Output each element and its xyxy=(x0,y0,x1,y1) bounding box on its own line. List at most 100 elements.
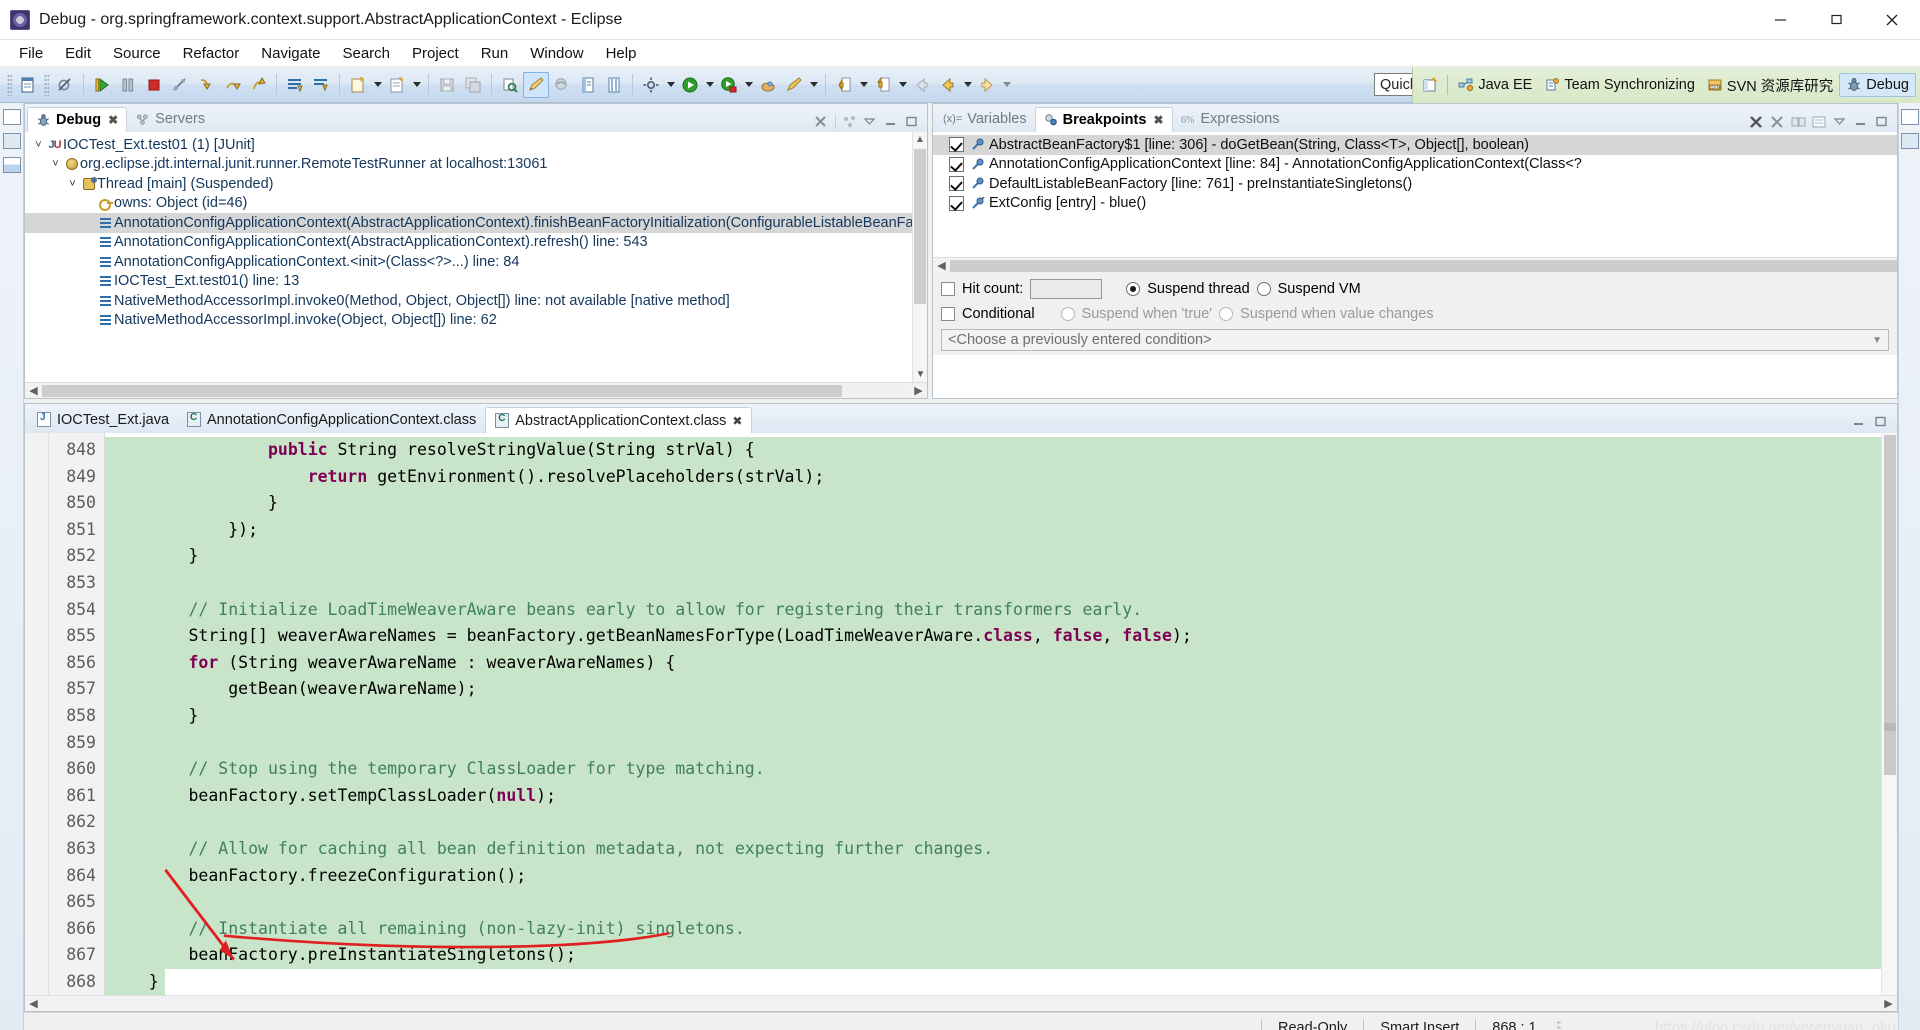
debug-tree-row[interactable]: NativeMethodAccessorImpl.invoke(Object, … xyxy=(25,311,927,331)
editor-maximize-icon[interactable] xyxy=(1874,415,1889,429)
debug-hscroll-right-icon[interactable]: ▶ xyxy=(910,384,927,397)
tab-variables[interactable]: (x)= Variables xyxy=(935,106,1035,132)
remove-all-terminated-icon[interactable] xyxy=(814,115,829,129)
forward-icon[interactable] xyxy=(974,72,1000,98)
next-annotation-dropdown-icon[interactable] xyxy=(807,72,820,98)
code-line[interactable]: } xyxy=(105,543,1897,570)
editor-hscroll-left-icon[interactable]: ◀ xyxy=(25,997,42,1010)
menu-run[interactable]: Run xyxy=(470,42,520,65)
restore-view-icon[interactable] xyxy=(2,109,21,125)
code-line[interactable] xyxy=(105,889,1897,916)
breakpoint-row[interactable]: ExtConfig [entry] - blue() xyxy=(933,194,1897,214)
open-type-icon[interactable] xyxy=(575,72,601,98)
conditional-checkbox[interactable] xyxy=(941,307,955,321)
editor-marker-column[interactable] xyxy=(25,433,49,996)
run-dropdown-icon[interactable] xyxy=(703,72,716,98)
new-wizard-icon[interactable] xyxy=(15,72,41,98)
code-editor[interactable]: 848 849 850 851 852 853 854 855 856 857 858 859 860 8… xyxy=(25,433,1897,996)
package-explorer-shortcut-icon[interactable] xyxy=(2,133,21,149)
breakpoint-row[interactable]: DefaultListableBeanFactory [line: 761] -… xyxy=(933,174,1897,194)
menu-window[interactable]: Window xyxy=(519,42,594,65)
right-outline-shortcut-icon[interactable] xyxy=(1900,133,1919,149)
editor-tab[interactable]: IOCTest_Ext.java xyxy=(28,406,178,433)
breakpoints-maximize-icon[interactable] xyxy=(1875,115,1890,129)
code-line[interactable]: }); xyxy=(105,516,1897,544)
code-line[interactable]: beanFactory.preInstantiateSingletons(); xyxy=(105,942,1897,969)
step-over-icon[interactable] xyxy=(219,72,245,98)
maximize-view-icon[interactable] xyxy=(905,115,920,129)
skip-breakpoints-icon[interactable] xyxy=(52,72,78,98)
search-icon[interactable] xyxy=(497,72,523,98)
view-menu-icon[interactable] xyxy=(863,115,878,129)
code-line[interactable]: public String resolveStringValue(String … xyxy=(105,437,1897,464)
breakpoint-row[interactable]: AbstractBeanFactory$1 [line: 306] - doGe… xyxy=(933,135,1897,155)
code-scroll-region[interactable]: public String resolveStringValue(String … xyxy=(105,433,1897,996)
code-line[interactable]: getBean(weaverAwareName); xyxy=(105,676,1897,703)
drop-to-frame-icon[interactable] xyxy=(282,72,308,98)
coverage-icon[interactable] xyxy=(716,72,742,98)
external-tools-icon[interactable] xyxy=(638,72,664,98)
code-line[interactable]: beanFactory.freezeConfiguration(); xyxy=(105,862,1897,890)
breakpoints-hscroll-track[interactable] xyxy=(950,259,1897,272)
maximize-button[interactable] xyxy=(1808,0,1864,39)
editor-vscrollbar[interactable] xyxy=(1881,433,1897,996)
menu-edit[interactable]: Edit xyxy=(54,42,102,65)
coverage-dropdown-icon[interactable] xyxy=(742,72,755,98)
code-line[interactable]: String[] weaverAwareNames = beanFactory.… xyxy=(105,623,1897,650)
outline-shortcut-icon[interactable] xyxy=(2,157,21,173)
back-dropdown-icon[interactable] xyxy=(961,72,974,98)
remove-breakpoint-icon[interactable] xyxy=(1749,115,1764,129)
debug-tree-scroll-down-icon[interactable]: ▼ xyxy=(913,367,927,382)
menu-help[interactable]: Help xyxy=(595,42,648,65)
editor-tab[interactable]: AbstractApplicationContext.class ✖ xyxy=(485,407,753,434)
perspective-svn[interactable]: SVN SVN 资源库研究 xyxy=(1701,72,1839,99)
breakpoints-minimize-icon[interactable] xyxy=(1854,115,1869,129)
tab-expressions[interactable]: 6% Expressions xyxy=(1173,106,1288,132)
perspective-java-ee[interactable]: Java EE xyxy=(1452,74,1538,96)
status-resize-grip[interactable] xyxy=(1556,1019,1561,1030)
breakpoint-row[interactable]: AnnotationConfigApplicationContext [line… xyxy=(933,155,1897,175)
suspend-when-change-radio[interactable] xyxy=(1219,307,1234,321)
suspend-when-true-radio[interactable] xyxy=(1060,307,1075,321)
debug-tree-row[interactable]: ˅ org.eclipse.jdt.internal.junit.runner.R… xyxy=(25,155,927,175)
debug-tree-row[interactable]: IOCTest_Ext.test01() line: 13 xyxy=(25,272,927,292)
editor-tab[interactable]: AnnotationConfigApplicationContext.class xyxy=(178,406,485,433)
menu-project[interactable]: Project xyxy=(401,42,470,65)
breakpoints-working-sets-icon[interactable] xyxy=(1812,115,1827,129)
hit-count-checkbox[interactable] xyxy=(941,282,955,296)
editor-hscroll-right-icon[interactable]: ▶ xyxy=(1880,997,1897,1010)
menu-search[interactable]: Search xyxy=(331,42,401,65)
code-line[interactable]: } xyxy=(105,490,1897,517)
debug-tree-scroll-up-icon[interactable]: ▲ xyxy=(913,132,927,147)
code-line[interactable]: } xyxy=(105,968,1897,996)
right-restore-view-icon[interactable] xyxy=(1900,109,1919,125)
new-class-dropdown-icon[interactable] xyxy=(410,72,423,98)
condition-combo[interactable]: <Choose a previously entered condition> … xyxy=(941,329,1889,351)
minimize-view-icon[interactable] xyxy=(884,115,899,129)
debug-tree-row[interactable]: ˅ Thread [main] (Suspended) xyxy=(25,174,927,194)
disconnect-icon[interactable] xyxy=(167,72,193,98)
toolbar-grip-2[interactable] xyxy=(44,73,49,96)
tree-twisty-icon[interactable]: ˅ xyxy=(31,139,46,151)
use-step-filters-icon[interactable] xyxy=(308,72,334,98)
minimize-button[interactable] xyxy=(1752,0,1808,39)
perspective-team-sync[interactable]: Team Synchronizing xyxy=(1538,74,1701,96)
code-line[interactable] xyxy=(105,809,1897,836)
link-with-debug-view-icon[interactable] xyxy=(1791,115,1806,129)
editor-tab-close-icon[interactable]: ✖ xyxy=(732,414,742,428)
code-line[interactable]: } xyxy=(105,702,1897,730)
tab-debug[interactable]: Debug ✖ xyxy=(27,107,128,133)
pencil-icon[interactable] xyxy=(523,71,549,98)
editor-hscroll-track[interactable] xyxy=(42,997,1880,1010)
tree-twisty-icon[interactable]: ˅ xyxy=(48,158,63,170)
save-icon[interactable] xyxy=(434,72,460,98)
remove-all-breakpoints-icon[interactable] xyxy=(1770,115,1785,129)
open-task-icon[interactable] xyxy=(601,72,627,98)
last-edit-location-icon[interactable] xyxy=(831,72,857,98)
breakpoint-enabled-checkbox[interactable] xyxy=(949,156,964,172)
terminate-icon[interactable] xyxy=(141,72,167,98)
code-line[interactable] xyxy=(105,729,1897,757)
debug-hscroll-thumb[interactable] xyxy=(42,384,842,397)
open-perspective-icon[interactable] xyxy=(755,72,781,98)
forward-dropdown-icon[interactable] xyxy=(1000,72,1013,98)
